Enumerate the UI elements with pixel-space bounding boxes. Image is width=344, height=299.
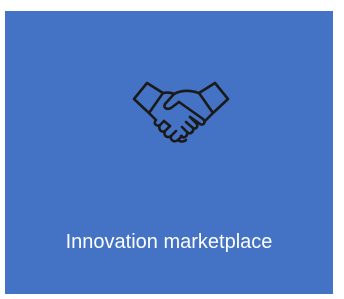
tile-label: Innovation marketplace (65, 231, 273, 253)
handshake-icon (132, 79, 230, 149)
innovation-marketplace-tile[interactable]: Innovation marketplace (5, 11, 333, 294)
